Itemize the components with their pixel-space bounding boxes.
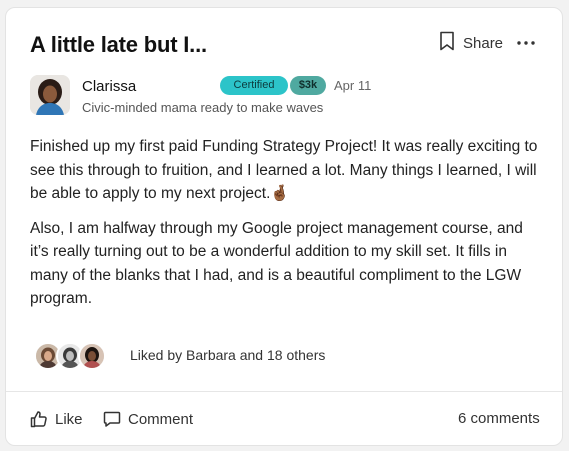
comments-count-link[interactable]: 6 comments — [458, 410, 540, 427]
crossed-fingers-emoji: 🤞🏾 — [270, 185, 290, 202]
post-title[interactable]: A little late but I... — [30, 32, 207, 58]
comment-button[interactable]: Comment — [103, 408, 193, 430]
author-tagline: Civic-minded mama ready to make waves — [82, 100, 324, 115]
post-paragraph: Finished up my first paid Funding Strate… — [30, 138, 538, 202]
like-label: Like — [55, 410, 83, 428]
share-label: Share — [463, 34, 504, 52]
author-name[interactable]: Clarissa — [82, 78, 136, 95]
post-body: Finished up my first paid Funding Strate… — [30, 135, 545, 322]
divider — [6, 391, 562, 392]
post-paragraph: Also, I am halfway through my Google pro… — [30, 219, 523, 308]
more-options-button[interactable] — [515, 32, 537, 54]
more-icon — [517, 41, 535, 45]
like-button[interactable]: Like — [30, 408, 83, 430]
comment-icon — [103, 411, 121, 427]
liker-avatar — [78, 342, 106, 370]
post-card: A little late but I... Share Clarissa Ce… — [5, 7, 563, 446]
comment-label: Comment — [128, 410, 194, 428]
post-date: Apr 11 — [334, 78, 372, 93]
bookmark-icon — [439, 31, 455, 56]
share-button[interactable]: Share — [439, 31, 504, 56]
earnings-badge: $3k — [290, 76, 326, 95]
certified-badge: Certified — [220, 76, 288, 95]
thumbs-up-icon — [30, 411, 47, 428]
liked-by-text[interactable]: Liked by Barbara and 18 others — [130, 347, 325, 363]
author-avatar[interactable] — [30, 75, 70, 115]
liker-avatars[interactable] — [34, 342, 106, 370]
